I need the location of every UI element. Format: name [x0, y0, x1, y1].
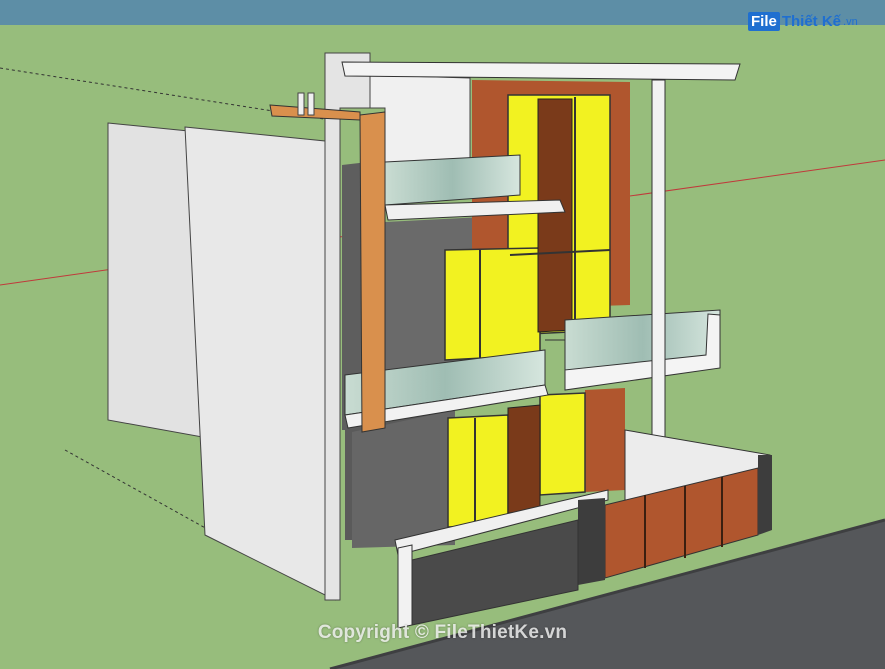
pillar-right [651, 79, 666, 483]
house-3d-render [0, 0, 885, 669]
logo-text: Thiết Kế [781, 13, 842, 30]
wood-door-low [507, 404, 541, 514]
copyright-watermark: Copyright © FileThietKe.vn [317, 622, 568, 643]
sketchup-render: File Thiết Kế .vn Copyright © FileThietK… [0, 0, 885, 669]
left-front-wall [184, 126, 336, 601]
brick-column-low [585, 388, 625, 492]
glass-low-right [539, 392, 586, 496]
stone-pier [758, 455, 772, 535]
wood-door-top [537, 98, 573, 333]
glass-low-left [447, 414, 509, 528]
brand-logo: File Thiết Kế .vn [748, 12, 858, 31]
chimney-post-2 [307, 92, 315, 116]
logo-tld: .vn [843, 15, 858, 28]
logo-file-box: File [748, 12, 780, 31]
glass-mid [444, 247, 541, 361]
stone-pier-left [578, 498, 605, 585]
chimney-post-1 [297, 92, 305, 116]
timber-fin [359, 111, 386, 433]
garage-frame [397, 544, 413, 629]
